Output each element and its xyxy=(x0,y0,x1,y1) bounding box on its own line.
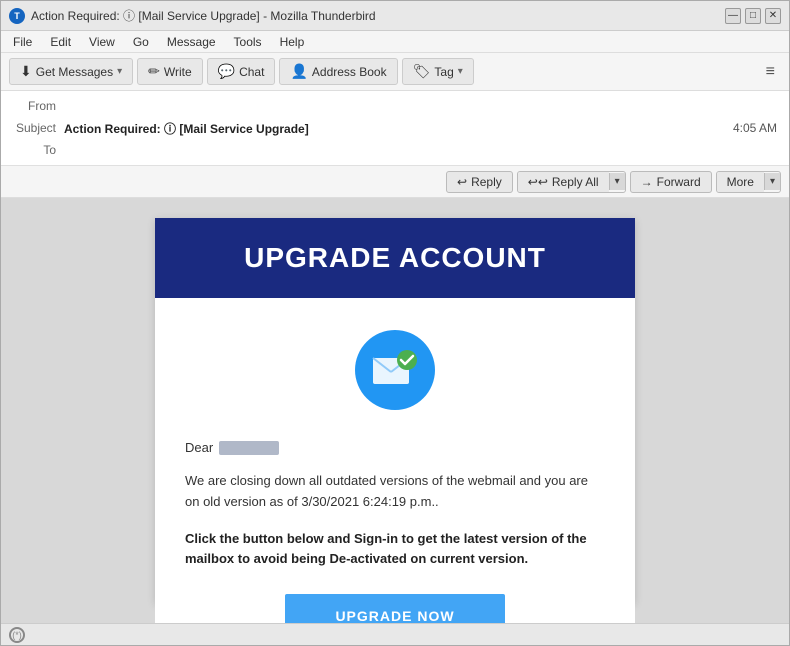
reply-all-split-button[interactable]: ↩↩ Reply All ▾ xyxy=(517,171,626,193)
main-window: T Action Required: ⓘ [Mail Service Upgra… xyxy=(0,0,790,646)
reply-all-button[interactable]: ↩↩ Reply All xyxy=(518,172,609,192)
menu-tools[interactable]: Tools xyxy=(226,33,270,51)
tag-button[interactable]: 🏷 Tag ▾ xyxy=(402,58,474,85)
address-book-label: Address Book xyxy=(312,65,387,79)
forward-icon: → xyxy=(641,175,653,189)
menu-edit[interactable]: Edit xyxy=(42,33,79,51)
email-para1: We are closing down all outdated version… xyxy=(185,471,605,513)
more-split-button[interactable]: More ▾ xyxy=(716,171,781,193)
subject-value: Action Required: ⓘ [Mail Service Upgrade… xyxy=(64,120,733,137)
statusbar: (*) xyxy=(1,623,789,645)
more-label: More xyxy=(727,175,754,189)
toolbar: ⬇ Get Messages ▾ ✏ Write 💬 Chat 👤 Addres… xyxy=(1,53,789,91)
to-label: To xyxy=(9,143,64,157)
menu-go[interactable]: Go xyxy=(125,33,157,51)
email-para2: Click the button below and Sign-in to ge… xyxy=(185,529,605,571)
chat-button[interactable]: 💬 Chat xyxy=(207,58,276,85)
tag-label: Tag xyxy=(434,65,453,79)
dear-label: Dear xyxy=(185,440,213,455)
close-button[interactable]: ✕ xyxy=(765,8,781,24)
envelope-check-icon xyxy=(371,350,419,390)
hamburger-menu[interactable]: ≡ xyxy=(760,59,781,85)
email-content-area[interactable]: SCAM UPGRADE ACCOUNT xyxy=(1,198,789,623)
reply-label: Reply xyxy=(471,175,502,189)
chat-icon: 💬 xyxy=(218,63,235,80)
reply-icon: ↩ xyxy=(457,175,467,189)
menubar: File Edit View Go Message Tools Help xyxy=(1,31,789,53)
upgrade-btn-wrap: UPGRADE NOW xyxy=(185,594,605,623)
menu-help[interactable]: Help xyxy=(272,33,313,51)
maximize-button[interactable]: □ xyxy=(745,8,761,24)
reply-button[interactable]: ↩ Reply xyxy=(446,171,513,193)
email-banner-title: UPGRADE ACCOUNT xyxy=(175,242,615,274)
titlebar: T Action Required: ⓘ [Mail Service Upgra… xyxy=(1,1,789,31)
email-card: UPGRADE ACCOUNT xyxy=(155,218,635,603)
address-book-button[interactable]: 👤 Address Book xyxy=(279,58,397,85)
get-messages-label: Get Messages xyxy=(36,65,113,79)
tag-icon: 🏷 xyxy=(413,63,431,80)
from-row: From xyxy=(9,95,781,117)
write-button[interactable]: ✏ Write xyxy=(137,58,203,85)
email-icon-area xyxy=(155,298,635,430)
address-book-icon: 👤 xyxy=(290,63,307,80)
message-time: 4:05 AM xyxy=(733,121,781,135)
reply-all-label: Reply All xyxy=(552,175,599,189)
window-title: Action Required: ⓘ [Mail Service Upgrade… xyxy=(31,7,725,24)
email-banner: UPGRADE ACCOUNT xyxy=(155,218,635,298)
to-row: To xyxy=(9,139,781,161)
get-messages-button[interactable]: ⬇ Get Messages ▾ xyxy=(9,58,133,85)
upgrade-now-button[interactable]: UPGRADE NOW xyxy=(285,594,505,623)
tag-arrow[interactable]: ▾ xyxy=(458,66,463,77)
reply-all-icon: ↩↩ xyxy=(528,175,548,189)
dear-name-blur xyxy=(219,441,279,455)
status-icon: (*) xyxy=(9,627,25,643)
menu-view[interactable]: View xyxy=(81,33,123,51)
subject-label: Subject xyxy=(9,121,64,135)
more-button[interactable]: More xyxy=(717,172,764,192)
write-label: Write xyxy=(164,65,192,79)
write-icon: ✏ xyxy=(148,63,160,80)
email-icon-circle xyxy=(355,330,435,410)
get-messages-arrow[interactable]: ▾ xyxy=(117,66,122,77)
subject-row: Subject Action Required: ⓘ [Mail Service… xyxy=(9,117,781,139)
action-bar: ↩ Reply ↩↩ Reply All ▾ → Forward More ▾ xyxy=(1,166,789,198)
window-controls: — □ ✕ xyxy=(725,8,781,24)
forward-label: Forward xyxy=(657,175,701,189)
minimize-button[interactable]: — xyxy=(725,8,741,24)
app-icon: T xyxy=(9,8,25,24)
email-body: Dear We are closing down all outdated ve… xyxy=(155,430,635,623)
get-messages-icon: ⬇ xyxy=(20,63,32,80)
menu-file[interactable]: File xyxy=(5,33,40,51)
from-label: From xyxy=(9,99,64,113)
chat-label: Chat xyxy=(239,65,264,79)
message-header: From Subject Action Required: ⓘ [Mail Se… xyxy=(1,91,789,166)
reply-all-dropdown[interactable]: ▾ xyxy=(609,173,625,190)
more-dropdown[interactable]: ▾ xyxy=(764,173,780,190)
forward-button[interactable]: → Forward xyxy=(630,171,712,193)
email-dear: Dear xyxy=(185,440,605,455)
menu-message[interactable]: Message xyxy=(159,33,224,51)
